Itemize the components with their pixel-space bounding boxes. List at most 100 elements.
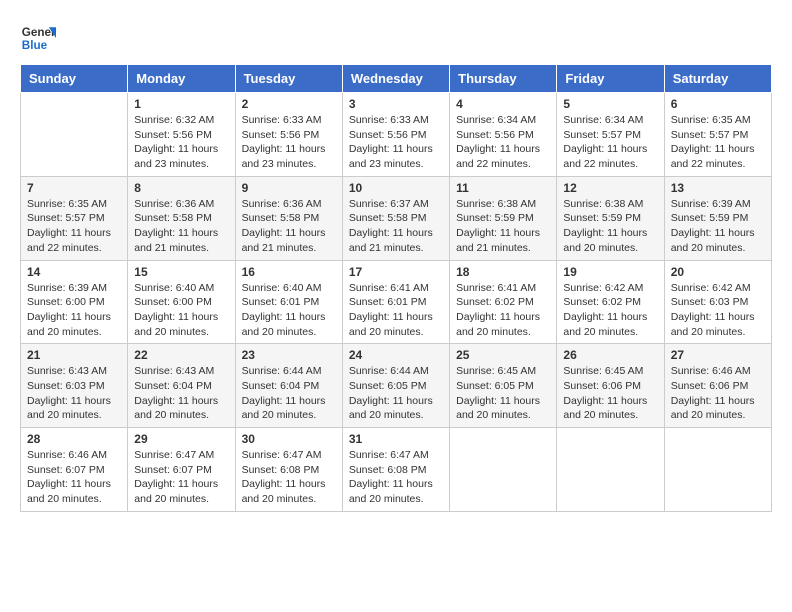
calendar-cell: 24 Sunrise: 6:44 AM Sunset: 6:05 PM Dayli… — [342, 344, 449, 428]
calendar-cell: 1 Sunrise: 6:32 AM Sunset: 5:56 PM Daylig… — [128, 93, 235, 177]
calendar-cell: 8Sunrise: 6:36 AM Sunset: 5:58 PM Daylig… — [128, 176, 235, 260]
day-number: 27 — [671, 348, 765, 362]
calendar-cell: 9Sunrise: 6:36 AM Sunset: 5:58 PM Daylig… — [235, 176, 342, 260]
calendar-cell: 29 Sunrise: 6:47 AM Sunset: 6:07 PM Dayli… — [128, 428, 235, 512]
calendar-cell: 14 Sunrise: 6:39 AM Sunset: 6:00 PM Dayli… — [21, 260, 128, 344]
day-info: Sunrise: 6:45 AM Sunset: 6:06 PM Dayligh… — [563, 364, 657, 423]
calendar-cell — [557, 428, 664, 512]
calendar-cell: 3 Sunrise: 6:33 AM Sunset: 5:56 PM Daylig… — [342, 93, 449, 177]
day-header-thursday: Thursday — [450, 65, 557, 93]
calendar-cell: 31 Sunrise: 6:47 AM Sunset: 6:08 PM Dayli… — [342, 428, 449, 512]
day-number: 21 — [27, 348, 121, 362]
day-info: Sunrise: 6:46 AM Sunset: 6:06 PM Dayligh… — [671, 364, 765, 423]
day-number: 8 — [134, 181, 228, 195]
day-info: Sunrise: 6:33 AM Sunset: 5:56 PM Dayligh… — [349, 113, 443, 172]
day-header-saturday: Saturday — [664, 65, 771, 93]
day-number: 12 — [563, 181, 657, 195]
day-info: Sunrise: 6:35 AM Sunset: 5:57 PM Dayligh… — [671, 113, 765, 172]
page-header: General Blue — [20, 20, 772, 56]
calendar-cell: 22 Sunrise: 6:43 AM Sunset: 6:04 PM Dayli… — [128, 344, 235, 428]
calendar-cell: 12 Sunrise: 6:38 AM Sunset: 5:59 PM Dayli… — [557, 176, 664, 260]
day-info: Sunrise: 6:42 AM Sunset: 6:03 PM Dayligh… — [671, 281, 765, 340]
day-number: 31 — [349, 432, 443, 446]
day-info: Sunrise: 6:32 AM Sunset: 5:56 PM Dayligh… — [134, 113, 228, 172]
day-info: Sunrise: 6:38 AM Sunset: 5:59 PM Dayligh… — [456, 197, 550, 256]
calendar-cell: 13 Sunrise: 6:39 AM Sunset: 5:59 PM Dayli… — [664, 176, 771, 260]
calendar-cell — [450, 428, 557, 512]
calendar-week-row: 1 Sunrise: 6:32 AM Sunset: 5:56 PM Daylig… — [21, 93, 772, 177]
logo: General Blue — [20, 20, 60, 56]
day-number: 11 — [456, 181, 550, 195]
day-number: 7 — [27, 181, 121, 195]
day-number: 23 — [242, 348, 336, 362]
calendar-cell: 26 Sunrise: 6:45 AM Sunset: 6:06 PM Dayli… — [557, 344, 664, 428]
calendar-cell: 10Sunrise: 6:37 AM Sunset: 5:58 PM Dayli… — [342, 176, 449, 260]
calendar-cell: 19 Sunrise: 6:42 AM Sunset: 6:02 PM Dayli… — [557, 260, 664, 344]
calendar-cell: 15Sunrise: 6:40 AM Sunset: 6:00 PM Dayli… — [128, 260, 235, 344]
calendar-cell: 4 Sunrise: 6:34 AM Sunset: 5:56 PM Daylig… — [450, 93, 557, 177]
day-info: Sunrise: 6:39 AM Sunset: 6:00 PM Dayligh… — [27, 281, 121, 340]
calendar-cell: 18Sunrise: 6:41 AM Sunset: 6:02 PM Dayli… — [450, 260, 557, 344]
day-info: Sunrise: 6:42 AM Sunset: 6:02 PM Dayligh… — [563, 281, 657, 340]
day-number: 17 — [349, 265, 443, 279]
calendar-table: SundayMondayTuesdayWednesdayThursdayFrid… — [20, 64, 772, 512]
calendar-cell: 7Sunrise: 6:35 AM Sunset: 5:57 PM Daylig… — [21, 176, 128, 260]
day-number: 6 — [671, 97, 765, 111]
day-number: 2 — [242, 97, 336, 111]
day-info: Sunrise: 6:45 AM Sunset: 6:05 PM Dayligh… — [456, 364, 550, 423]
day-number: 14 — [27, 265, 121, 279]
day-number: 3 — [349, 97, 443, 111]
day-info: Sunrise: 6:41 AM Sunset: 6:01 PM Dayligh… — [349, 281, 443, 340]
day-number: 5 — [563, 97, 657, 111]
calendar-cell: 11 Sunrise: 6:38 AM Sunset: 5:59 PM Dayli… — [450, 176, 557, 260]
day-info: Sunrise: 6:37 AM Sunset: 5:58 PM Dayligh… — [349, 197, 443, 256]
svg-text:Blue: Blue — [22, 39, 48, 52]
day-header-friday: Friday — [557, 65, 664, 93]
day-info: Sunrise: 6:36 AM Sunset: 5:58 PM Dayligh… — [242, 197, 336, 256]
day-info: Sunrise: 6:46 AM Sunset: 6:07 PM Dayligh… — [27, 448, 121, 507]
calendar-cell: 23 Sunrise: 6:44 AM Sunset: 6:04 PM Dayli… — [235, 344, 342, 428]
day-number: 25 — [456, 348, 550, 362]
day-info: Sunrise: 6:47 AM Sunset: 6:08 PM Dayligh… — [349, 448, 443, 507]
day-info: Sunrise: 6:43 AM Sunset: 6:04 PM Dayligh… — [134, 364, 228, 423]
day-info: Sunrise: 6:47 AM Sunset: 6:08 PM Dayligh… — [242, 448, 336, 507]
day-info: Sunrise: 6:33 AM Sunset: 5:56 PM Dayligh… — [242, 113, 336, 172]
day-number: 18 — [456, 265, 550, 279]
day-info: Sunrise: 6:40 AM Sunset: 6:01 PM Dayligh… — [242, 281, 336, 340]
day-number: 29 — [134, 432, 228, 446]
day-info: Sunrise: 6:39 AM Sunset: 5:59 PM Dayligh… — [671, 197, 765, 256]
day-info: Sunrise: 6:34 AM Sunset: 5:57 PM Dayligh… — [563, 113, 657, 172]
calendar-week-row: 21Sunrise: 6:43 AM Sunset: 6:03 PM Dayli… — [21, 344, 772, 428]
calendar-week-row: 7Sunrise: 6:35 AM Sunset: 5:57 PM Daylig… — [21, 176, 772, 260]
day-header-sunday: Sunday — [21, 65, 128, 93]
day-info: Sunrise: 6:44 AM Sunset: 6:05 PM Dayligh… — [349, 364, 443, 423]
day-number: 16 — [242, 265, 336, 279]
day-number: 4 — [456, 97, 550, 111]
day-number: 30 — [242, 432, 336, 446]
day-info: Sunrise: 6:44 AM Sunset: 6:04 PM Dayligh… — [242, 364, 336, 423]
day-header-monday: Monday — [128, 65, 235, 93]
calendar-cell: 25 Sunrise: 6:45 AM Sunset: 6:05 PM Dayli… — [450, 344, 557, 428]
day-number: 19 — [563, 265, 657, 279]
day-number: 1 — [134, 97, 228, 111]
day-number: 28 — [27, 432, 121, 446]
day-number: 26 — [563, 348, 657, 362]
calendar-cell: 28 Sunrise: 6:46 AM Sunset: 6:07 PM Dayli… — [21, 428, 128, 512]
calendar-header-row: SundayMondayTuesdayWednesdayThursdayFrid… — [21, 65, 772, 93]
day-number: 13 — [671, 181, 765, 195]
calendar-cell: 21Sunrise: 6:43 AM Sunset: 6:03 PM Dayli… — [21, 344, 128, 428]
day-number: 22 — [134, 348, 228, 362]
calendar-week-row: 14 Sunrise: 6:39 AM Sunset: 6:00 PM Dayli… — [21, 260, 772, 344]
day-info: Sunrise: 6:38 AM Sunset: 5:59 PM Dayligh… — [563, 197, 657, 256]
calendar-cell: 17 Sunrise: 6:41 AM Sunset: 6:01 PM Dayli… — [342, 260, 449, 344]
calendar-week-row: 28 Sunrise: 6:46 AM Sunset: 6:07 PM Dayli… — [21, 428, 772, 512]
day-header-tuesday: Tuesday — [235, 65, 342, 93]
day-number: 24 — [349, 348, 443, 362]
day-info: Sunrise: 6:34 AM Sunset: 5:56 PM Dayligh… — [456, 113, 550, 172]
calendar-cell: 6 Sunrise: 6:35 AM Sunset: 5:57 PM Daylig… — [664, 93, 771, 177]
calendar-cell: 27 Sunrise: 6:46 AM Sunset: 6:06 PM Dayli… — [664, 344, 771, 428]
day-number: 15 — [134, 265, 228, 279]
calendar-cell: 20Sunrise: 6:42 AM Sunset: 6:03 PM Dayli… — [664, 260, 771, 344]
calendar-cell — [664, 428, 771, 512]
day-info: Sunrise: 6:47 AM Sunset: 6:07 PM Dayligh… — [134, 448, 228, 507]
